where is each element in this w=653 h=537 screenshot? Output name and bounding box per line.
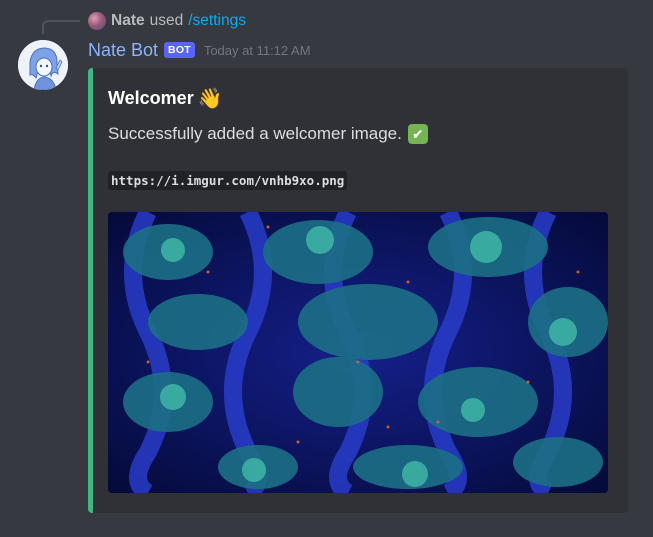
reply-username[interactable]: Nate [111,12,145,30]
reply-command[interactable]: /settings [188,12,246,30]
embed-title: Welcomer [108,88,194,108]
waving-hand-icon: 👋 [197,87,223,110]
embed-image[interactable] [108,212,608,493]
embed-description: Successfully added a welcomer image. [108,124,402,143]
embed: Welcomer 👋 Successfully added a welcomer… [88,68,628,513]
avatar[interactable] [18,40,68,90]
reply-avatar[interactable] [88,12,106,30]
embed-accent-bar [88,68,93,513]
reply-used-text: used [149,12,184,29]
floral-pattern-image [108,212,608,493]
embed-title-row: Welcomer 👋 [108,88,223,109]
username[interactable]: Nate Bot [88,40,158,61]
check-mark-icon: ✔ [407,124,428,144]
embed-description-row: Successfully added a welcomer image. ✔ [108,124,428,144]
embed-code-url: https://i.imgur.com/vnhb9xo.png [108,171,348,190]
message-header: Nate Bot BOT Today at 11:12 AM [88,38,311,62]
bot-tag: BOT [164,42,195,58]
command-reply[interactable]: Nate used /settings [88,10,246,32]
timestamp[interactable]: Today at 11:12 AM [204,43,311,58]
reply-spine [42,20,80,34]
